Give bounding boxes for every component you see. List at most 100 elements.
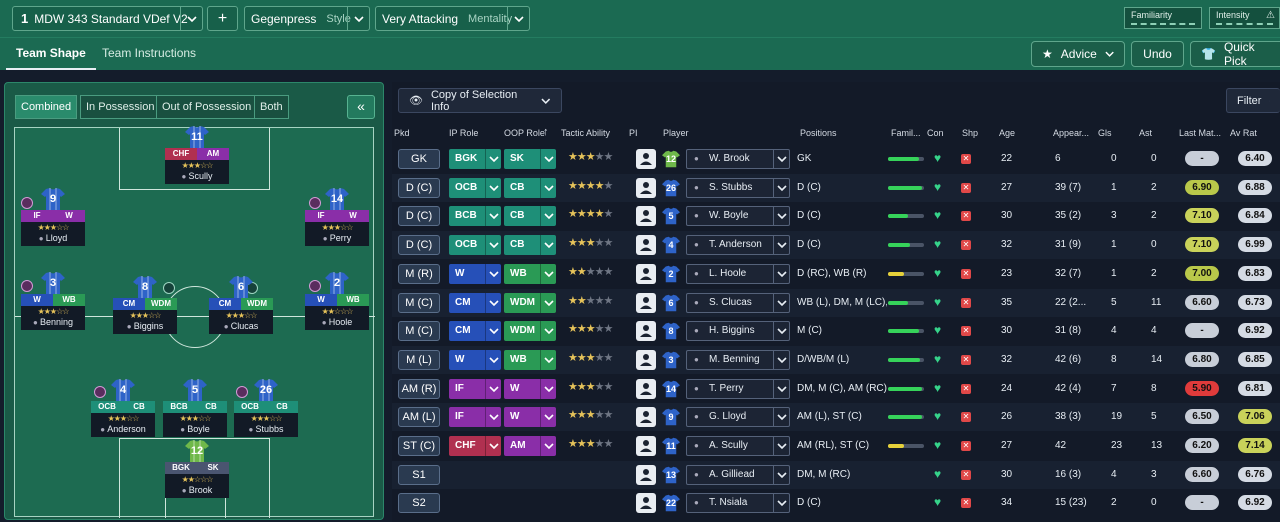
tab-in-possession[interactable]: In Possession bbox=[80, 95, 161, 119]
collapse-panel-button[interactable]: « bbox=[347, 95, 375, 119]
oop-role-dropdown[interactable]: CB bbox=[504, 206, 556, 227]
ip-role-dropdown[interactable]: CHF bbox=[449, 436, 501, 456]
table-row[interactable]: D (C) OCB CB ★★★★★ 26 ● S. Stubbs D (C) ♥ ✕ 27 39 (… bbox=[392, 173, 1280, 202]
ip-role-dropdown[interactable]: BGK bbox=[449, 149, 501, 169]
player-instructions-button[interactable] bbox=[636, 493, 656, 514]
pitch-player-card[interactable]: 4 OCB CB ★★★☆☆ ● Anderson bbox=[91, 379, 155, 437]
oop-role-dropdown[interactable]: AM bbox=[504, 436, 556, 456]
player-dropdown[interactable]: ● G. Lloyd bbox=[686, 407, 790, 428]
ip-role-dropdown[interactable]: IF bbox=[449, 407, 501, 428]
player-dropdown[interactable]: ● W. Boyle bbox=[686, 206, 790, 227]
column-header-familiarity[interactable]: Famil... bbox=[891, 128, 921, 138]
player-instructions-button[interactable] bbox=[636, 407, 656, 428]
table-row[interactable]: M (R) W WB ★★★★★ 2 ● L. Hoole D (RC), WB (R) ♥ ✕ 2… bbox=[392, 260, 1280, 288]
player-instructions-button[interactable] bbox=[636, 149, 656, 169]
player-dropdown[interactable]: ● L. Hoole bbox=[686, 263, 790, 284]
oop-role-dropdown[interactable]: WB bbox=[504, 263, 556, 284]
ip-role-dropdown[interactable]: IF bbox=[449, 378, 501, 399]
player-instructions-button[interactable] bbox=[636, 235, 656, 256]
ip-role-dropdown[interactable]: W bbox=[449, 349, 501, 370]
player-instructions-button[interactable] bbox=[636, 206, 656, 227]
add-tactic-button[interactable]: + bbox=[207, 6, 238, 31]
table-row[interactable]: D (C) OCB CB ★★★★★ 4 ● T. Anderson D (C) ♥ ✕ 32 31 … bbox=[392, 231, 1280, 260]
player-dropdown[interactable]: ● M. Benning bbox=[686, 349, 790, 370]
position-slot[interactable]: M (C) bbox=[398, 292, 440, 313]
position-slot[interactable]: GK bbox=[398, 149, 440, 169]
table-row[interactable]: AM (R) IF W ★★★★★ 14 ● T. Perry DM, M (C), AM (… bbox=[392, 375, 1280, 403]
table-row[interactable]: M (C) CM WDM ★★★★★ 8 ● H. Biggins M (C) ♥ ✕ 30 31 (… bbox=[392, 317, 1280, 345]
table-row[interactable]: M (L) W WB ★★★★★ 3 ● M. Benning D/WB/M (L) ♥ ✕ 32 4… bbox=[392, 345, 1280, 374]
player-instructions-button[interactable] bbox=[636, 349, 656, 370]
position-slot[interactable]: D (C) bbox=[398, 206, 440, 227]
oop-role-dropdown[interactable]: CB bbox=[504, 177, 556, 198]
oop-role-dropdown[interactable]: W bbox=[504, 407, 556, 428]
player-dropdown[interactable]: ● A. Scully bbox=[686, 436, 790, 456]
column-header-pi[interactable]: PI bbox=[629, 128, 638, 138]
ip-role-dropdown[interactable]: BCB bbox=[449, 206, 501, 227]
player-dropdown[interactable]: ● W. Brook bbox=[686, 149, 790, 169]
player-dropdown[interactable]: ● T. Perry bbox=[686, 378, 790, 399]
familiarity-meter[interactable]: Familiarity bbox=[1124, 7, 1202, 29]
undo-button[interactable]: Undo bbox=[1131, 41, 1184, 67]
pitch-player-card[interactable]: 2 W WB ★★☆☆☆ ● Hoole bbox=[305, 272, 369, 330]
player-dropdown[interactable]: ● S. Clucas bbox=[686, 292, 790, 313]
oop-role-dropdown[interactable]: WDM bbox=[504, 321, 556, 342]
pitch-player-card[interactable]: 11 CHF AM ★★★☆☆ ● Scully bbox=[165, 126, 229, 184]
pitch-player-card[interactable]: 8 CM WDM ★★★☆☆ ● Biggins bbox=[113, 276, 177, 334]
tab-team-shape[interactable]: Team Shape bbox=[6, 38, 96, 70]
player-instructions-button[interactable] bbox=[636, 321, 656, 342]
position-slot[interactable]: D (C) bbox=[398, 235, 440, 256]
table-row[interactable]: D (C) BCB CB ★★★★★ 5 ● W. Boyle D (C) ♥ ✕ 30 35 (2)… bbox=[392, 202, 1280, 230]
mentality-selector[interactable]: Very Attacking Mentality bbox=[375, 6, 530, 31]
column-header-last-match[interactable]: Last Mat... bbox=[1179, 128, 1221, 138]
tab-out-of-possession[interactable]: Out of Possession bbox=[156, 95, 258, 119]
ip-role-dropdown[interactable]: OCB bbox=[449, 235, 501, 256]
intensity-meter[interactable]: Intensity ⚠ bbox=[1209, 7, 1280, 29]
oop-role-dropdown[interactable]: W bbox=[504, 378, 556, 399]
pitch-player-card[interactable]: 14 IF W ★★★☆☆ ● Perry bbox=[305, 188, 369, 246]
table-row[interactable]: GK BGK SK ★★★★★ 12 ● W. Brook GK ♥ ✕ 22 6 0 0 - 6.40 bbox=[392, 145, 1280, 173]
position-slot[interactable]: M (L) bbox=[398, 349, 440, 370]
position-slot[interactable]: AM (L) bbox=[398, 407, 440, 428]
player-instructions-button[interactable] bbox=[636, 292, 656, 313]
column-header-appearances[interactable]: Appear... bbox=[1053, 128, 1089, 138]
column-header-positions[interactable]: Positions bbox=[800, 128, 837, 138]
column-header-age[interactable]: Age bbox=[999, 128, 1015, 138]
player-dropdown[interactable]: ● T. Anderson bbox=[686, 235, 790, 256]
pitch-player-card[interactable]: 12 BGK SK ★★☆☆☆ ● Brook bbox=[165, 440, 229, 498]
table-row[interactable]: M (C) CM WDM ★★★★★ 6 ● S. Clucas WB (L), DM, M … bbox=[392, 288, 1280, 317]
ip-role-dropdown[interactable]: CM bbox=[449, 292, 501, 313]
column-header-goals[interactable]: Gls bbox=[1098, 128, 1112, 138]
column-header-tactic-ability[interactable]: Tactic Ability bbox=[561, 128, 610, 138]
player-instructions-button[interactable] bbox=[636, 378, 656, 399]
column-header-oop-role[interactable]: OOP Role bbox=[504, 128, 545, 138]
oop-role-dropdown[interactable]: SK bbox=[504, 149, 556, 169]
position-slot[interactable]: M (C) bbox=[398, 321, 440, 342]
column-header-average-rating[interactable]: Av Rat bbox=[1230, 128, 1257, 138]
ip-role-dropdown[interactable]: CM bbox=[449, 321, 501, 342]
oop-role-dropdown[interactable]: WDM bbox=[504, 292, 556, 313]
column-header-ip-role[interactable]: IP Role bbox=[449, 128, 478, 138]
player-dropdown[interactable]: ● A. Gilliead bbox=[686, 464, 790, 485]
player-instructions-button[interactable] bbox=[636, 464, 656, 485]
pitch-player-card[interactable]: 9 IF W ★★★☆☆ ● Lloyd bbox=[21, 188, 85, 246]
player-dropdown[interactable]: ● T. Nsiala bbox=[686, 493, 790, 514]
tab-team-instructions[interactable]: Team Instructions bbox=[102, 38, 196, 70]
position-slot[interactable]: ST (C) bbox=[398, 436, 440, 456]
player-dropdown[interactable]: ● S. Stubbs bbox=[686, 177, 790, 198]
position-slot[interactable]: D (C) bbox=[398, 177, 440, 198]
pitch-player-card[interactable]: 6 CM WDM ★★★☆☆ ● Clucas bbox=[209, 276, 273, 334]
column-header-sharpness[interactable]: Shp bbox=[962, 128, 978, 138]
player-instructions-button[interactable] bbox=[636, 263, 656, 284]
table-row[interactable]: ST (C) CHF AM ★★★★★ 11 ● A. Scully AM (RL), ST … bbox=[392, 432, 1280, 460]
tab-both[interactable]: Both bbox=[254, 95, 289, 119]
tab-combined[interactable]: Combined bbox=[15, 95, 78, 119]
oop-role-dropdown[interactable]: WB bbox=[504, 349, 556, 370]
table-row[interactable]: S2 22 ● T. Nsiala D (C) ♥ ✕ 34 15 (23) 2 0 - 6.92 bbox=[392, 489, 1280, 517]
player-dropdown[interactable]: ● H. Biggins bbox=[686, 321, 790, 342]
player-instructions-button[interactable] bbox=[636, 177, 656, 198]
quick-pick-button[interactable]: 👕 Quick Pick bbox=[1190, 40, 1280, 68]
table-row[interactable]: S1 13 ● A. Gilliead DM, M (RC) ♥ ✕ 30 16 (3) 4 3 6.… bbox=[392, 460, 1280, 489]
oop-role-dropdown[interactable]: CB bbox=[504, 235, 556, 256]
player-instructions-button[interactable] bbox=[636, 436, 656, 456]
